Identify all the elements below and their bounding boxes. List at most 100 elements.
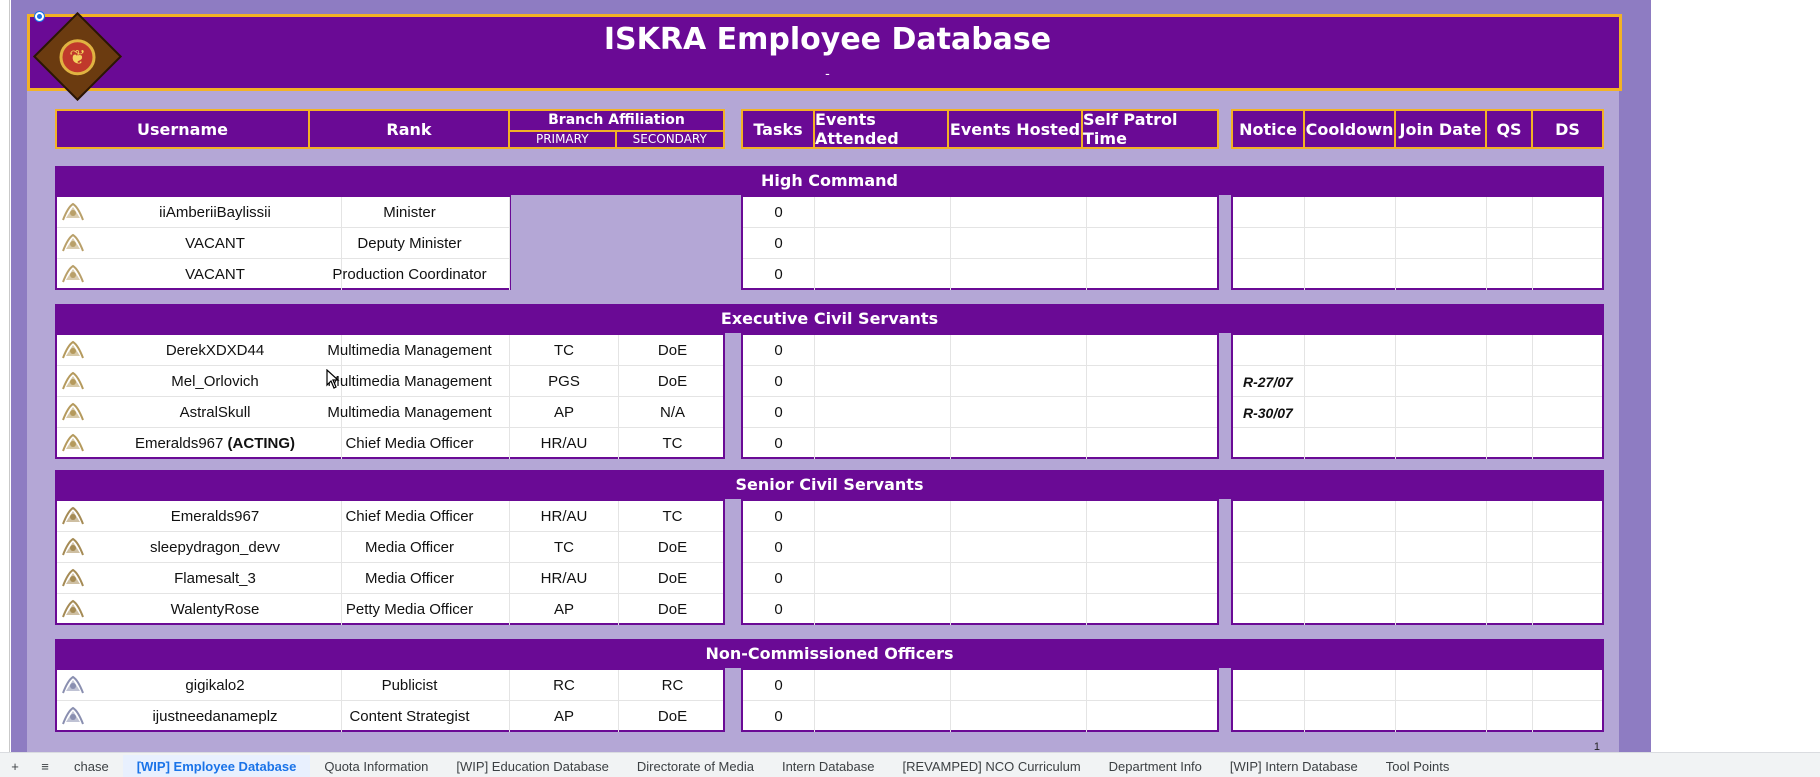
cell-tasks[interactable]: 0 — [743, 594, 815, 625]
cell-empty[interactable] — [1305, 259, 1396, 290]
cell-secondary[interactable]: TC — [619, 501, 726, 532]
cell-tasks[interactable]: 0 — [743, 397, 815, 428]
table-row[interactable] — [1233, 228, 1602, 259]
cell-empty[interactable] — [1396, 428, 1487, 459]
cell-notice[interactable] — [1233, 594, 1305, 625]
cell-empty[interactable] — [1533, 670, 1602, 701]
cell-empty[interactable] — [1396, 259, 1487, 290]
cell-secondary[interactable]: DoE — [619, 594, 726, 625]
table-row[interactable]: 0 — [743, 563, 1217, 594]
cell-rank[interactable]: Publicist — [310, 670, 510, 701]
sheet-tab[interactable]: Tool Points — [1372, 755, 1464, 777]
cell-empty[interactable] — [1087, 670, 1221, 701]
cell-rank[interactable]: Chief Media Officer — [310, 501, 510, 532]
cell-empty[interactable] — [1533, 397, 1602, 428]
table-row[interactable] — [1233, 259, 1602, 290]
cell-empty[interactable] — [815, 428, 951, 459]
cell-empty[interactable] — [1305, 197, 1396, 228]
cell-username[interactable]: sleepydragon_devv — [89, 532, 342, 563]
cell-empty[interactable] — [1305, 335, 1396, 366]
table-row[interactable]: Flamesalt_3 Media Officer HR/AU DoE — [57, 563, 723, 594]
cell-empty[interactable] — [1533, 366, 1602, 397]
cell-empty[interactable] — [1396, 501, 1487, 532]
sheet-tab[interactable]: [REVAMPED] NCO Curriculum — [888, 755, 1094, 777]
header-rank[interactable]: Rank — [310, 111, 510, 147]
cell-rank[interactable]: Chief Media Officer — [310, 428, 510, 459]
cell-rank[interactable]: Production Coordinator — [310, 259, 510, 290]
cell-empty[interactable] — [1533, 228, 1602, 259]
table-row[interactable] — [1233, 197, 1602, 228]
table-row[interactable]: Mel_Orlovich Multimedia Management PGS DoE — [57, 366, 723, 397]
cell-empty[interactable] — [1305, 501, 1396, 532]
cell-empty[interactable] — [951, 335, 1087, 366]
cell-empty[interactable] — [1533, 701, 1602, 732]
cell-tasks[interactable]: 0 — [743, 670, 815, 701]
table-row[interactable]: 0 — [743, 428, 1217, 459]
table-row[interactable]: 0 — [743, 397, 1217, 428]
cell-secondary[interactable]: DoE — [619, 532, 726, 563]
table-row[interactable]: 0 — [743, 259, 1217, 290]
cell-secondary[interactable]: TC — [619, 428, 726, 459]
cell-empty[interactable] — [1487, 335, 1533, 366]
cell-username[interactable]: AstralSkull — [89, 397, 342, 428]
cell-empty[interactable] — [1305, 594, 1396, 625]
header-primary[interactable]: PRIMARY — [510, 131, 617, 147]
cell-primary[interactable]: TC — [510, 335, 619, 366]
cell-empty[interactable] — [951, 228, 1087, 259]
cell-empty[interactable] — [1533, 335, 1602, 366]
table-row[interactable]: WalentyRose Petty Media Officer AP DoE — [57, 594, 723, 625]
cell-empty[interactable] — [815, 670, 951, 701]
table-row[interactable]: 0 — [743, 701, 1217, 732]
sheet-tab[interactable]: [WIP] Employee Database — [122, 755, 311, 777]
cell-empty[interactable] — [951, 532, 1087, 563]
cell-empty[interactable] — [1396, 563, 1487, 594]
cell-empty[interactable] — [1305, 397, 1396, 428]
cell-username[interactable]: Flamesalt_3 — [89, 563, 342, 594]
cell-empty[interactable] — [1305, 228, 1396, 259]
cell-empty[interactable] — [1533, 197, 1602, 228]
cell-notice[interactable] — [1233, 228, 1305, 259]
table-row[interactable] — [1233, 594, 1602, 625]
cell-empty[interactable] — [815, 335, 951, 366]
cell-rank[interactable]: Multimedia Management — [310, 366, 510, 397]
cell-empty[interactable] — [1487, 428, 1533, 459]
cell-empty[interactable] — [1533, 532, 1602, 563]
cell-empty[interactable] — [951, 501, 1087, 532]
table-row[interactable] — [1233, 670, 1602, 701]
cell-empty[interactable] — [1396, 670, 1487, 701]
cell-rank[interactable]: Multimedia Management — [310, 397, 510, 428]
table-row[interactable]: 0 — [743, 532, 1217, 563]
cell-primary[interactable]: AP — [510, 701, 619, 732]
header-self-patrol-time[interactable]: Self Patrol Time — [1083, 110, 1217, 148]
table-row[interactable] — [1233, 335, 1602, 366]
table-row[interactable]: iiAmberiiBaylissii Minister — [57, 197, 510, 228]
cell-username[interactable]: Mel_Orlovich — [89, 366, 342, 397]
cell-notice[interactable] — [1233, 670, 1305, 701]
cell-empty[interactable] — [1487, 532, 1533, 563]
cell-tasks[interactable]: 0 — [743, 197, 815, 228]
cell-notice[interactable] — [1233, 335, 1305, 366]
cell-empty[interactable] — [1533, 594, 1602, 625]
cell-empty[interactable] — [815, 594, 951, 625]
table-row[interactable]: 0 — [743, 335, 1217, 366]
cell-empty[interactable] — [951, 563, 1087, 594]
table-row[interactable]: Emeralds967 (ACTING) Chief Media Officer H… — [57, 428, 723, 459]
cell-empty[interactable] — [1487, 670, 1533, 701]
cell-empty[interactable] — [815, 701, 951, 732]
cell-tasks[interactable]: 0 — [743, 335, 815, 366]
table-row[interactable] — [1233, 501, 1602, 532]
header-events-attended[interactable]: Events Attended — [815, 110, 949, 148]
cell-empty[interactable] — [951, 701, 1087, 732]
cell-empty[interactable] — [1087, 428, 1221, 459]
cell-secondary[interactable]: DoE — [619, 335, 726, 366]
cell-empty[interactable] — [1305, 701, 1396, 732]
cell-secondary[interactable]: DoE — [619, 366, 726, 397]
cell-rank[interactable]: Media Officer — [310, 563, 510, 594]
cell-tasks[interactable]: 0 — [743, 259, 815, 290]
selection-handle[interactable] — [35, 12, 44, 21]
cell-rank[interactable]: Minister — [310, 197, 510, 228]
cell-primary[interactable]: HR/AU — [510, 501, 619, 532]
cell-empty[interactable] — [1487, 501, 1533, 532]
header-ds[interactable]: DS — [1533, 111, 1602, 147]
cell-empty[interactable] — [815, 563, 951, 594]
